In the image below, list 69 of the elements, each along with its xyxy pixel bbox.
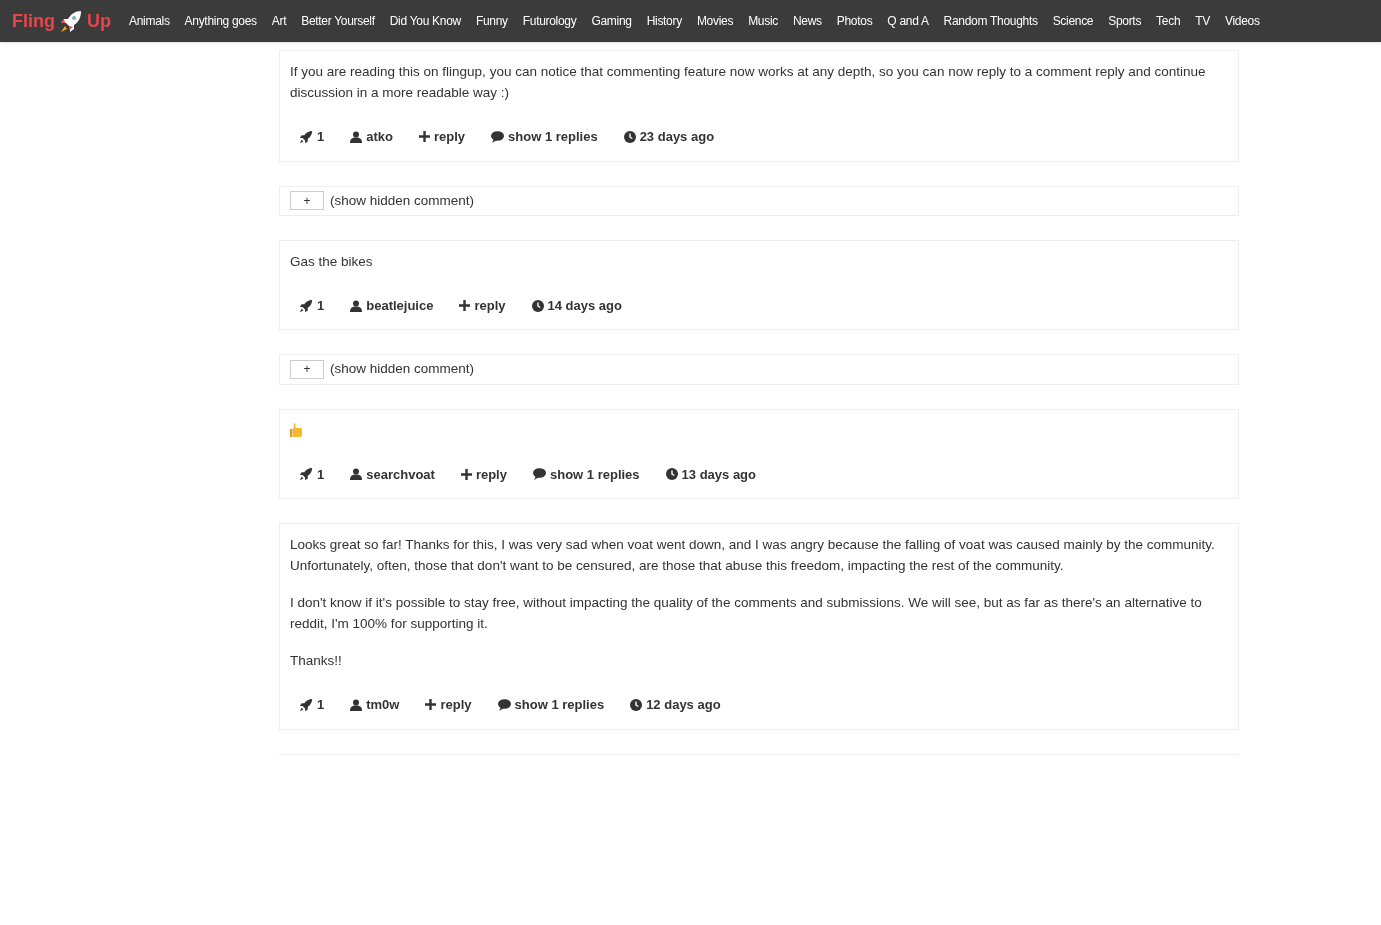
- upvote-button[interactable]: 1: [299, 127, 325, 147]
- clock-icon: [531, 299, 544, 312]
- plus-icon: [418, 131, 430, 143]
- clock-icon: [630, 698, 643, 711]
- comment-age: 14 days ago: [531, 295, 622, 316]
- upvote-button[interactable]: 1: [299, 295, 325, 316]
- category-link[interactable]: Futurology: [522, 12, 577, 30]
- category-link[interactable]: Did You Know: [389, 12, 461, 30]
- plus-icon: [459, 300, 471, 311]
- user-icon: [350, 468, 363, 481]
- comment-icon: [532, 468, 546, 481]
- category-link[interactable]: Q and A: [887, 12, 929, 30]
- category-link[interactable]: Photos: [836, 12, 873, 30]
- category-link[interactable]: Videos: [1225, 12, 1260, 30]
- plus-icon: [460, 468, 472, 480]
- rocket-icon: [299, 467, 313, 482]
- thumbs-up-icon: [290, 423, 302, 437]
- user-icon: [350, 698, 363, 711]
- hidden-comment-label: (show hidden comment): [330, 191, 475, 210]
- rocket-icon: [299, 298, 313, 313]
- author-link[interactable]: searchvoat: [350, 464, 435, 484]
- user-icon: [350, 299, 363, 312]
- reply-button[interactable]: reply: [425, 695, 472, 715]
- comment-age: 12 days ago: [630, 695, 721, 715]
- category-link[interactable]: History: [646, 12, 682, 30]
- reply-button[interactable]: reply: [459, 295, 506, 316]
- comment-age: 23 days ago: [623, 127, 715, 147]
- show-replies-button[interactable]: show 1 replies: [497, 695, 605, 715]
- author-link[interactable]: atko: [350, 127, 393, 147]
- rocket-logo-icon: [59, 9, 83, 33]
- category-link[interactable]: Funny: [475, 12, 508, 30]
- show-replies-button[interactable]: show 1 replies: [491, 127, 598, 147]
- user-icon: [350, 130, 363, 143]
- comment-text: If you are reading this on flingup, you can notice that commenting feature now works at any depth, so you can now reply to a comment reply and continue discussion in a more readable way :): [290, 63, 1207, 102]
- upvote-button[interactable]: 1: [299, 695, 325, 715]
- comment-age: 13 days ago: [665, 464, 756, 484]
- expand-button[interactable]: +: [290, 359, 324, 379]
- category-link[interactable]: Sports: [1108, 12, 1142, 30]
- reply-button[interactable]: reply: [418, 127, 466, 147]
- category-link[interactable]: Anything goes: [184, 12, 257, 30]
- comment-text: Thanks!!: [290, 652, 343, 670]
- author-link[interactable]: beatlejuice: [350, 295, 434, 316]
- comment-text: I don't know if it's possible to stay free, without impacting the quality of the comments and submissions. We will see, but as far as there's an alternative to reddit, I'm 100% for supporting it.: [290, 594, 1203, 633]
- author-link[interactable]: tm0w: [350, 695, 400, 715]
- category-link[interactable]: Music: [748, 12, 778, 30]
- show-replies-button[interactable]: show 1 replies: [532, 464, 640, 484]
- category-link[interactable]: Random Thoughts: [943, 12, 1038, 30]
- upvote-button[interactable]: 1: [299, 464, 325, 484]
- rocket-icon: [299, 697, 313, 712]
- expand-button[interactable]: +: [290, 191, 324, 211]
- category-link[interactable]: News: [792, 12, 822, 30]
- category-link[interactable]: Tech: [1156, 12, 1181, 30]
- category-link[interactable]: Movies: [696, 12, 734, 30]
- comment-icon: [491, 130, 505, 143]
- category-link[interactable]: TV: [1195, 12, 1210, 30]
- clock-icon: [665, 468, 678, 481]
- category-link[interactable]: Science: [1052, 12, 1094, 30]
- category-link[interactable]: Gaming: [591, 12, 632, 30]
- hidden-comment-label: (show hidden comment): [330, 360, 475, 379]
- plus-icon: [425, 699, 437, 711]
- comment-text: Gas the bikes: [290, 252, 374, 271]
- comment-icon: [497, 698, 511, 711]
- category-link[interactable]: Better Yourself: [301, 12, 375, 30]
- reply-button[interactable]: reply: [460, 464, 507, 484]
- category-link[interactable]: Animals: [129, 12, 170, 30]
- clock-icon: [623, 130, 636, 143]
- comment-text: Looks great so far! Thanks for this, I was very sad when voat went down, and I was angry because the falling of voat was caused mainly by the community. Unfortunately, often, those that don't want to be censured, are those that abuse this freedom, impacting the rest of the community.: [290, 536, 1216, 575]
- category-link[interactable]: Art: [271, 12, 287, 30]
- rocket-icon: [299, 129, 313, 144]
